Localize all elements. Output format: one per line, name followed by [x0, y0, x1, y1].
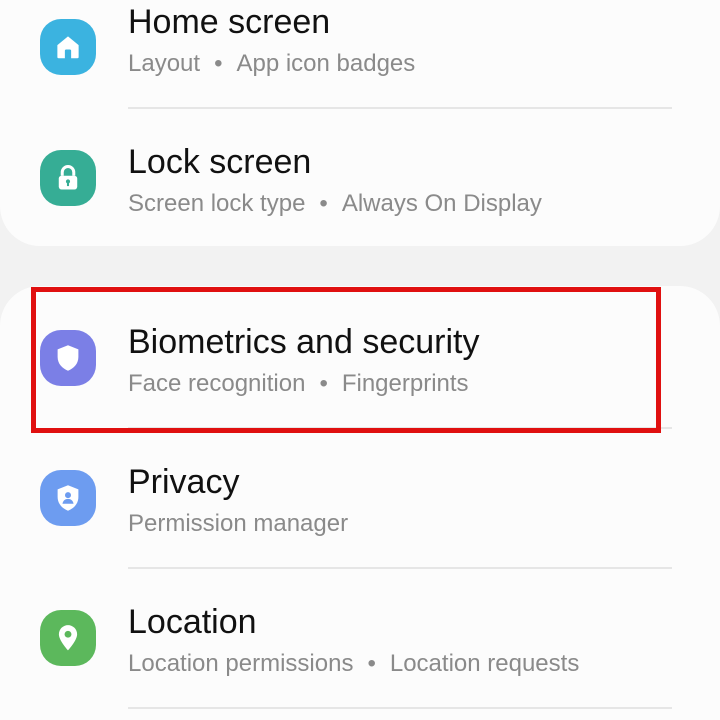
- home-icon: [40, 19, 96, 75]
- subtitle-part: App icon badges: [236, 50, 416, 77]
- location-pin-icon: [40, 610, 96, 666]
- shield-icon: [40, 330, 96, 386]
- settings-item-lock-screen[interactable]: Lock screen Screen lock type • Always On D…: [0, 110, 720, 250]
- privacy-icon: [40, 470, 96, 526]
- subtitle-separator: •: [214, 50, 223, 77]
- divider: [128, 427, 672, 429]
- subtitle-part: Fingerprints: [341, 370, 469, 397]
- settings-item-subtitle: Permission manager: [128, 509, 348, 539]
- settings-item-subtitle: Layout • App icon badges: [128, 49, 415, 79]
- subtitle-part: Location requests: [389, 650, 580, 677]
- settings-item-biometrics-and-security[interactable]: Biometrics and security Face recognition…: [0, 290, 720, 430]
- settings-item-title: Home screen: [128, 3, 331, 41]
- settings-item-title: Location: [128, 603, 257, 641]
- lock-icon: [40, 150, 96, 206]
- settings-item-title: Lock screen: [128, 143, 312, 181]
- settings-item-location[interactable]: Location Location permissions • Location r…: [0, 570, 720, 710]
- settings-item-privacy[interactable]: Privacy Permission manager: [0, 430, 720, 570]
- subtitle-part: Face recognition: [128, 370, 306, 397]
- divider: [128, 707, 672, 709]
- settings-item-subtitle: Face recognition • Fingerprints: [128, 369, 469, 399]
- settings-item-subtitle: Screen lock type • Always On Display: [128, 189, 542, 219]
- subtitle-part: Location permissions: [128, 650, 354, 677]
- settings-item-title: Biometrics and security: [128, 323, 480, 361]
- settings-item-subtitle: Location permissions • Location requests: [128, 649, 579, 679]
- subtitle-part: Always On Display: [341, 190, 542, 217]
- subtitle-separator: •: [319, 190, 328, 217]
- settings-item-title: Privacy: [128, 463, 240, 501]
- subtitle-part: Permission manager: [128, 510, 349, 537]
- subtitle-part: Screen lock type: [128, 190, 306, 217]
- divider: [128, 567, 672, 569]
- subtitle-separator: •: [319, 370, 328, 397]
- settings-item-home-screen[interactable]: Home screen Layout • App icon badges: [0, 0, 720, 110]
- subtitle-separator: •: [367, 650, 376, 677]
- divider: [128, 107, 672, 109]
- settings-screen: Home screen Layout • App icon badges Lock …: [0, 0, 720, 720]
- subtitle-part: Layout: [128, 50, 201, 77]
